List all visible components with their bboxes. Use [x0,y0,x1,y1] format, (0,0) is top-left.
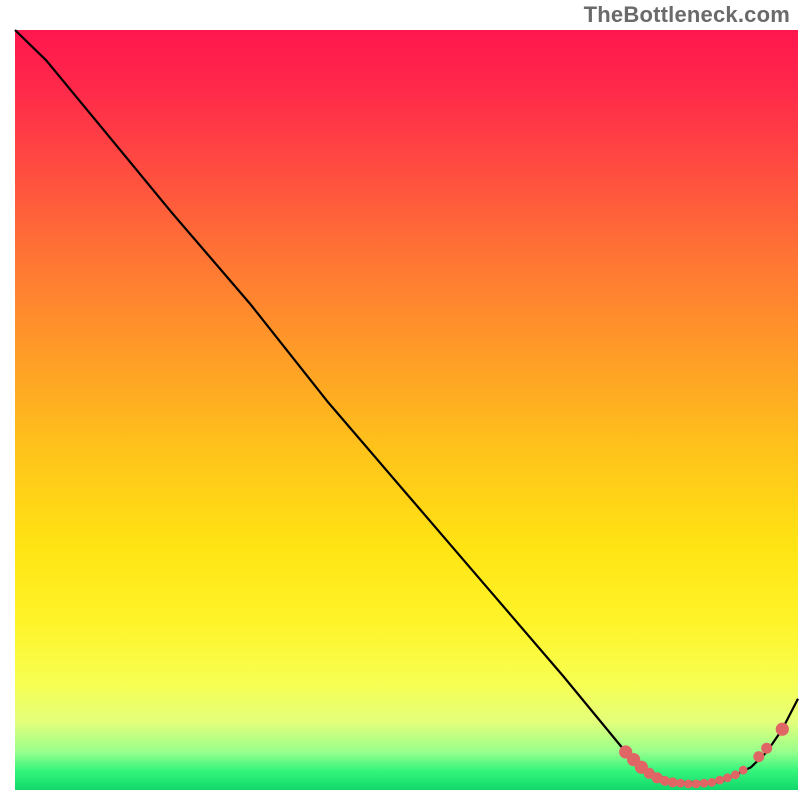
curve-marker-dot [676,779,685,788]
curve-marker-dot [739,766,748,775]
plot-background [15,30,798,790]
curve-marker-dot [715,776,724,785]
curve-marker-dot [753,751,764,762]
bottleneck-chart [0,0,800,800]
curve-marker-dot [684,780,693,789]
curve-marker-dot [761,743,772,754]
curve-marker-dot [692,780,701,789]
curve-marker-dot [723,773,732,782]
curve-marker-dot [731,770,740,779]
chart-container: TheBottleneck.com [0,0,800,800]
curve-marker-dot [776,723,789,736]
curve-marker-dot [708,778,717,787]
curve-marker-dot [700,779,709,788]
